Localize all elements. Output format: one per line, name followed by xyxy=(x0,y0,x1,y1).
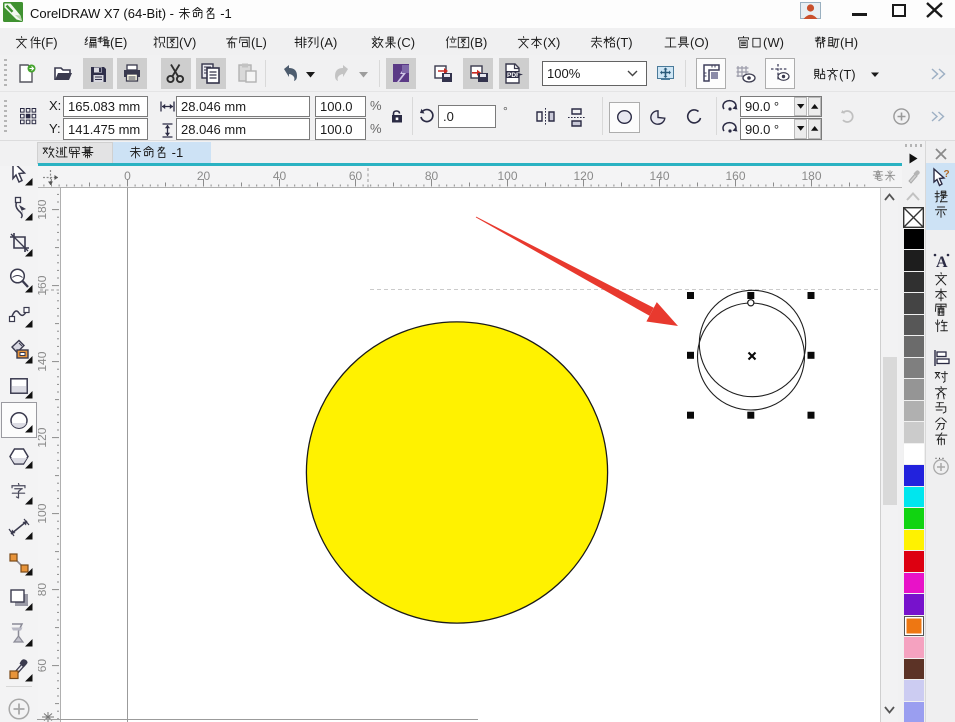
svg-text:140: 140 xyxy=(38,351,49,371)
svg-text:80: 80 xyxy=(38,583,49,597)
svg-text:20: 20 xyxy=(197,169,211,183)
svg-text:160: 160 xyxy=(38,275,49,295)
svg-text:0: 0 xyxy=(124,169,131,183)
svg-text:160: 160 xyxy=(725,169,745,183)
svg-text:100: 100 xyxy=(38,503,49,523)
svg-text:?: ? xyxy=(944,169,950,180)
svg-text:A: A xyxy=(936,254,948,271)
svg-text:180: 180 xyxy=(38,199,49,219)
svg-text:40: 40 xyxy=(273,169,287,183)
svg-text:60: 60 xyxy=(349,169,363,183)
svg-text:140: 140 xyxy=(649,169,669,183)
svg-text:80: 80 xyxy=(425,169,439,183)
svg-text:120: 120 xyxy=(38,427,49,447)
svg-text:60: 60 xyxy=(38,659,49,673)
svg-text:100: 100 xyxy=(497,169,517,183)
svg-text:180: 180 xyxy=(801,169,821,183)
svg-text:120: 120 xyxy=(573,169,593,183)
